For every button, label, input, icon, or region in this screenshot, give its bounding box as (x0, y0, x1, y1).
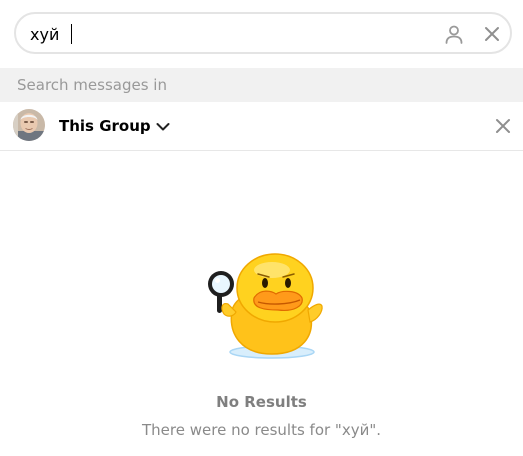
close-icon (496, 119, 510, 133)
duck-magnifier-icon (208, 253, 323, 359)
search-panel: Search messages in This Group (0, 0, 523, 456)
duck-sticker (202, 250, 326, 362)
section-header: Search messages in (0, 68, 523, 102)
search-bar (14, 12, 512, 54)
chat-filter-row: This Group (0, 102, 523, 151)
chat-selector-dropdown[interactable]: This Group (59, 114, 170, 138)
search-input[interactable] (30, 23, 410, 45)
clear-search-button[interactable] (480, 22, 504, 46)
avatar (13, 109, 45, 141)
close-icon (485, 27, 499, 41)
group-avatar-icon (13, 109, 45, 141)
person-icon (445, 25, 463, 44)
user-filter-button[interactable] (442, 22, 466, 46)
chevron-down-icon (156, 123, 170, 131)
section-label: Search messages in (17, 76, 167, 94)
remove-chat-filter-button[interactable] (491, 114, 515, 138)
empty-state-title: No Results (216, 393, 307, 411)
empty-state-description: There were no results for "хуй". (142, 421, 381, 439)
chat-name: This Group (59, 117, 151, 135)
text-cursor (71, 24, 72, 44)
